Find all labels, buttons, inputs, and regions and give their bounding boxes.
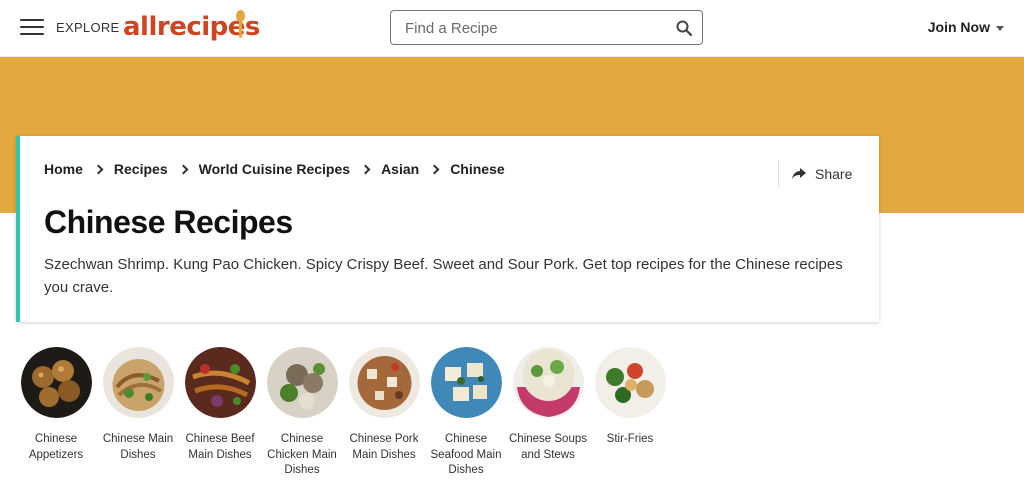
category-image bbox=[430, 347, 502, 418]
category-label: Chinese Soups and Stews bbox=[509, 433, 587, 461]
breadcrumb-home[interactable]: Home bbox=[44, 161, 83, 177]
category-image bbox=[266, 347, 338, 418]
hamburger-menu-icon[interactable] bbox=[20, 19, 44, 37]
category-label: Chinese Appetizers bbox=[28, 433, 84, 461]
category-label: Chinese Beef Main Dishes bbox=[185, 433, 255, 461]
breadcrumb-world-cuisine[interactable]: World Cuisine Recipes bbox=[199, 161, 350, 177]
category-chinese-beef-main-dishes[interactable]: Chinese Beef Main Dishes bbox=[179, 347, 261, 479]
category-chinese-appetizers[interactable]: Chinese Appetizers bbox=[15, 347, 97, 479]
explore-link[interactable]: EXPLORE bbox=[56, 20, 120, 35]
chevron-right-icon bbox=[93, 164, 104, 175]
share-arrow-icon bbox=[792, 168, 806, 179]
page-title: Chinese Recipes bbox=[44, 204, 293, 240]
site-header: EXPLORE allrecipes Join Now bbox=[0, 0, 1024, 57]
spoon-logo-icon bbox=[236, 10, 245, 38]
category-chinese-chicken-main-dishes[interactable]: Chinese Chicken Main Dishes bbox=[261, 347, 343, 479]
category-chinese-soups-and-stews[interactable]: Chinese Soups and Stews bbox=[507, 347, 589, 479]
search-input[interactable] bbox=[405, 19, 665, 37]
category-chinese-seafood-main-dishes[interactable]: Chinese Seafood Main Dishes bbox=[425, 347, 507, 479]
share-button[interactable]: Share bbox=[792, 166, 852, 182]
category-image bbox=[102, 347, 174, 418]
subcategory-carousel: Chinese Appetizers Chinese Main Dishes C… bbox=[15, 347, 671, 479]
share-label: Share bbox=[815, 166, 853, 182]
category-header-card: Home Recipes World Cuisine Recipes Asian Chi… bbox=[16, 136, 879, 322]
category-image bbox=[594, 347, 666, 418]
caret-down-icon bbox=[996, 25, 1004, 31]
category-chinese-main-dishes[interactable]: Chinese Main Dishes bbox=[97, 347, 179, 479]
category-label: Chinese Main Dishes bbox=[102, 433, 174, 461]
chevron-right-icon bbox=[178, 164, 189, 175]
category-label: Stir-Fries bbox=[606, 433, 654, 445]
search-icon[interactable] bbox=[676, 20, 692, 36]
category-label: Chinese Pork Main Dishes bbox=[349, 433, 419, 461]
share-divider bbox=[778, 160, 779, 187]
category-stir-fries[interactable]: Stir-Fries bbox=[589, 347, 671, 479]
chevron-right-icon bbox=[360, 164, 371, 175]
breadcrumb-recipes[interactable]: Recipes bbox=[114, 161, 168, 177]
search-box[interactable] bbox=[390, 10, 703, 45]
join-now-label: Join Now bbox=[927, 19, 990, 35]
page-description: Szechwan Shrimp. Kung Pao Chicken. Spicy… bbox=[44, 256, 843, 296]
category-label: Chinese Chicken Main Dishes bbox=[267, 433, 337, 476]
category-chinese-pork-main-dishes[interactable]: Chinese Pork Main Dishes bbox=[343, 347, 425, 479]
join-now-button[interactable]: Join Now bbox=[928, 19, 1004, 35]
breadcrumb: Home Recipes World Cuisine Recipes Asian Chi… bbox=[44, 161, 505, 177]
category-label: Chinese Seafood Main Dishes bbox=[430, 433, 502, 476]
category-image bbox=[20, 347, 92, 418]
breadcrumb-chinese[interactable]: Chinese bbox=[450, 161, 504, 177]
category-image bbox=[184, 347, 256, 418]
category-image bbox=[348, 347, 420, 418]
chevron-right-icon bbox=[429, 164, 440, 175]
category-image bbox=[512, 347, 584, 418]
breadcrumb-asian[interactable]: Asian bbox=[381, 161, 419, 177]
